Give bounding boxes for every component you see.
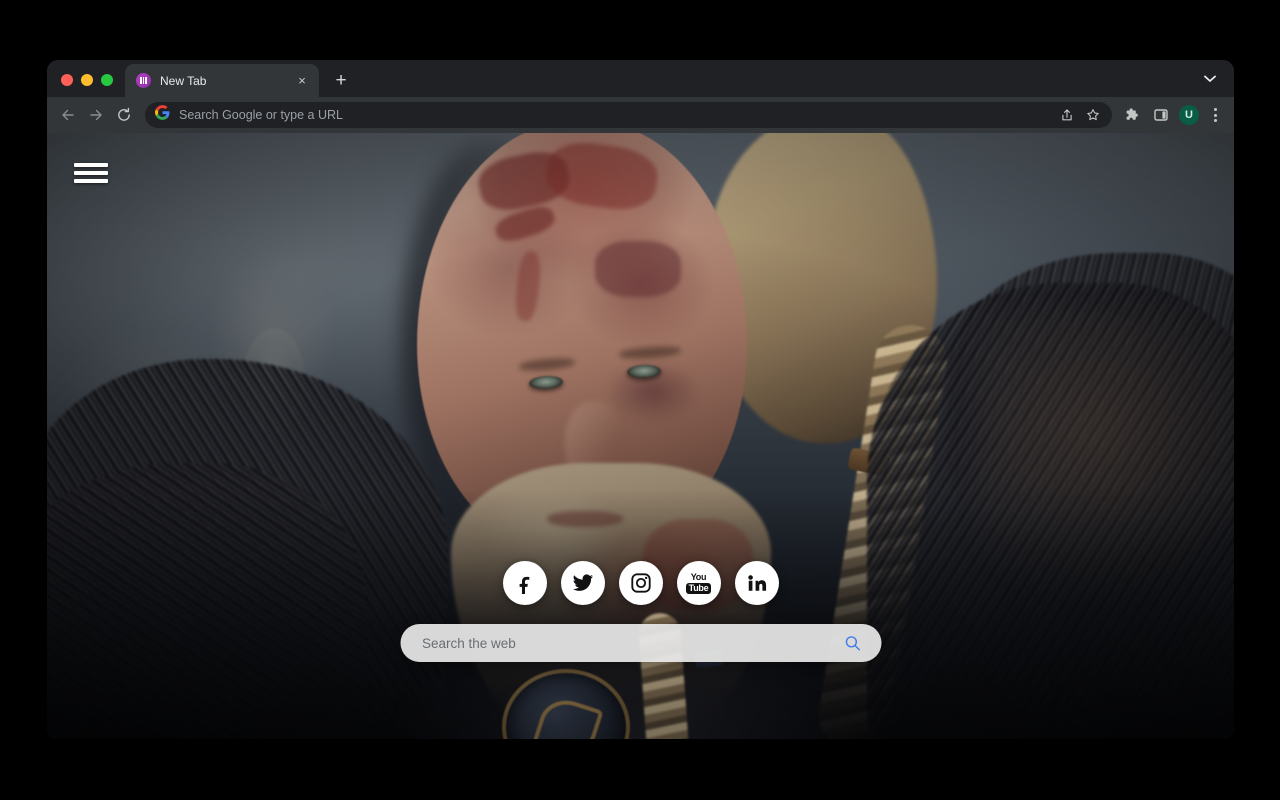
maximize-window-button[interactable] <box>101 74 113 86</box>
back-icon[interactable] <box>55 102 81 128</box>
browser-menu-icon[interactable] <box>1204 104 1226 126</box>
tab-favicon-icon <box>136 73 151 88</box>
youtube-text-bottom: Tube <box>685 582 712 594</box>
search-input[interactable] <box>422 635 839 651</box>
youtube-icon[interactable]: You Tube <box>676 561 721 605</box>
search-icon[interactable] <box>839 630 865 656</box>
google-g-icon <box>155 105 170 125</box>
tab-title: New Tab <box>160 73 207 88</box>
instagram-icon[interactable] <box>618 561 663 605</box>
youtube-text-top: You <box>690 571 707 582</box>
hamburger-line <box>74 163 108 167</box>
linkedin-icon[interactable] <box>734 561 779 605</box>
browser-toolbar: Search Google or type a URL U <box>47 97 1234 133</box>
forward-icon[interactable] <box>83 102 109 128</box>
hamburger-menu[interactable] <box>74 160 108 186</box>
blood-streak <box>595 241 681 297</box>
reload-icon[interactable] <box>111 102 137 128</box>
side-panel-icon[interactable] <box>1148 102 1174 128</box>
close-tab-icon[interactable]: × <box>294 73 310 89</box>
browser-window: New Tab × + Search Google or type a URL … <box>47 60 1234 739</box>
address-bar[interactable]: Search Google or type a URL <box>145 102 1112 128</box>
extensions-puzzle-icon[interactable] <box>1120 102 1146 128</box>
facebook-icon[interactable] <box>502 561 547 605</box>
address-bar-placeholder: Search Google or type a URL <box>179 108 343 122</box>
browser-tab[interactable]: New Tab × <box>125 64 319 97</box>
chevron-down-icon[interactable] <box>1196 65 1224 93</box>
share-icon[interactable] <box>1056 104 1078 126</box>
minimize-window-button[interactable] <box>81 74 93 86</box>
hamburger-line <box>74 179 108 183</box>
new-tab-page: You Tube <box>47 133 1234 739</box>
twitter-icon[interactable] <box>560 561 605 605</box>
bookmark-star-icon[interactable] <box>1082 104 1104 126</box>
hamburger-line <box>74 171 108 175</box>
new-tab-button[interactable]: + <box>327 66 355 94</box>
window-controls <box>47 74 125 97</box>
web-search-bar[interactable] <box>400 624 881 662</box>
close-window-button[interactable] <box>61 74 73 86</box>
tab-strip: New Tab × + <box>47 60 1234 97</box>
shoulders-shadow <box>47 489 1234 739</box>
profile-avatar[interactable]: U <box>1179 105 1199 125</box>
omnibox-actions <box>1056 104 1104 126</box>
social-shortcuts: You Tube <box>47 561 1234 605</box>
